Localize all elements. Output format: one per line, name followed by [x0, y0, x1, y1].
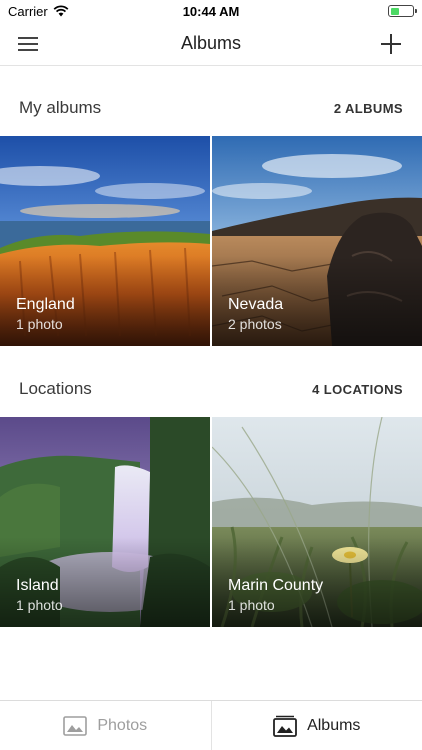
- bottom-tab-bar: Photos Albums: [0, 700, 422, 750]
- status-right: [388, 5, 417, 17]
- my-albums-header: My albums 2 ALBUMS: [0, 78, 422, 138]
- albums-icon: [273, 715, 297, 737]
- location-tile-marin-county[interactable]: Marin County 1 photo: [212, 417, 422, 627]
- location-photo-count: 1 photo: [16, 597, 63, 613]
- status-bar: Carrier 10:44 AM: [0, 0, 422, 22]
- album-tile-england[interactable]: England 1 photo: [0, 136, 210, 346]
- my-albums-title: My albums: [19, 98, 102, 117]
- plus-icon[interactable]: [378, 31, 404, 57]
- my-albums-count-link[interactable]: 2 ALBUMS: [334, 101, 403, 116]
- page-title: Albums: [180, 33, 242, 53]
- tab-albums-label: Albums: [307, 716, 361, 734]
- tab-photos[interactable]: Photos: [0, 701, 211, 750]
- tab-albums[interactable]: Albums: [210, 701, 422, 750]
- photo-icon: [63, 715, 88, 736]
- carrier-label: Carrier: [8, 3, 48, 19]
- battery-level: [390, 7, 399, 15]
- hamburger-menu-icon[interactable]: [18, 32, 48, 56]
- location-name: Marin County: [228, 577, 324, 594]
- album-photo-count: 2 photos: [228, 316, 282, 332]
- album-tile-nevada[interactable]: Nevada 2 photos: [212, 136, 422, 346]
- location-tile-island[interactable]: Island 1 photo: [0, 417, 210, 627]
- tab-photos-label: Photos: [97, 716, 148, 734]
- status-left: Carrier: [8, 4, 69, 19]
- my-albums-grid: England 1 photo Nevada 2 photos: [0, 136, 422, 346]
- locations-grid: Island 1 photo Marin County 1 photo: [0, 417, 422, 627]
- locations-header: Locations 4 LOCATIONS: [0, 359, 422, 419]
- album-photo-count: 1 photo: [16, 316, 63, 332]
- battery-icon: [388, 5, 417, 17]
- location-photo-count: 1 photo: [228, 597, 275, 613]
- app-header: Albums: [0, 22, 422, 66]
- wifi-icon: [53, 5, 69, 17]
- locations-count-link[interactable]: 4 LOCATIONS: [312, 382, 403, 397]
- locations-title: Locations: [19, 379, 92, 398]
- location-name: Island: [16, 577, 59, 594]
- album-name: England: [16, 296, 75, 313]
- album-name: Nevada: [228, 296, 284, 313]
